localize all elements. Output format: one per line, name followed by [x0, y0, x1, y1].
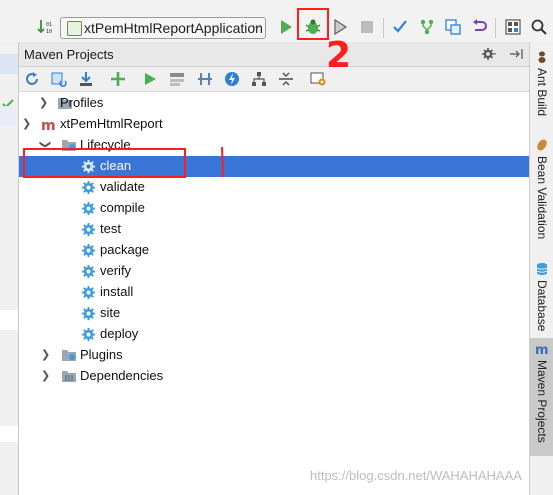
- database-icon: [535, 262, 549, 279]
- editor-tab-fragment: [0, 54, 18, 74]
- goal-label: compile: [100, 200, 145, 215]
- gear-icon: [81, 180, 96, 198]
- annotation-box-debug: [297, 8, 329, 40]
- chevron-down-icon[interactable]: ❯: [22, 117, 31, 130]
- search-icon[interactable]: [528, 16, 550, 38]
- stop-icon[interactable]: [356, 16, 378, 38]
- maven-toolbar: [19, 67, 529, 92]
- annotation-mark: [221, 146, 224, 178]
- right-tool-strip: Ant Build Bean Validation Database m Mav…: [529, 42, 553, 495]
- add-icon[interactable]: [108, 69, 128, 89]
- goal-compile[interactable]: compile: [19, 198, 529, 219]
- tab-label: Bean Validation: [535, 156, 549, 240]
- run-icon[interactable]: [275, 16, 297, 38]
- svg-text:01: 01: [46, 22, 52, 28]
- download-icon[interactable]: [76, 69, 96, 89]
- run-configuration-label: xtPemHtmlReportApplication: [84, 20, 263, 36]
- goal-verify[interactable]: verify: [19, 261, 529, 282]
- chevron-right-icon[interactable]: ❯: [41, 369, 50, 382]
- annotation-number: 2: [326, 35, 352, 76]
- gear-icon: [81, 285, 96, 303]
- skip-tests-icon[interactable]: [195, 69, 215, 89]
- goal-package[interactable]: package: [19, 240, 529, 261]
- tree-item-plugins[interactable]: ❯ Plugins: [19, 345, 529, 366]
- lightning-icon[interactable]: [222, 69, 242, 89]
- tree-item-project[interactable]: ❯ m xtPemHtmlReport: [19, 114, 529, 135]
- goal-label: package: [100, 242, 150, 257]
- goal-label: verify: [100, 263, 132, 278]
- tree-item-label: Dependencies: [80, 368, 164, 383]
- settings-gear-icon[interactable]: [481, 46, 497, 62]
- svg-text:m: m: [41, 118, 56, 133]
- run-configuration-select[interactable]: xtPemHtmlReportApplication ⌵: [60, 17, 266, 39]
- gear-icon: [81, 201, 96, 219]
- goal-label: install: [100, 284, 134, 299]
- svg-text:m: m: [535, 343, 549, 356]
- editor-line-fragment: [0, 310, 18, 330]
- goal-test[interactable]: test: [19, 219, 529, 240]
- tree-item-label: Profiles: [60, 95, 104, 110]
- tab-bean-validation[interactable]: Bean Validation: [530, 136, 553, 256]
- goal-label: site: [100, 305, 121, 320]
- editor-line-fragment: [0, 106, 18, 126]
- chevron-right-icon[interactable]: ❯: [39, 96, 48, 109]
- gear-icon: [81, 243, 96, 261]
- spring-boot-icon: [67, 21, 82, 36]
- tab-label: Database: [535, 280, 549, 332]
- main-toolbar: 01 10 xtPemHtmlReportApplication ⌵: [0, 0, 553, 43]
- gear-icon: [81, 327, 96, 345]
- vcs-update-icon[interactable]: [389, 16, 411, 38]
- gear-icon: [81, 306, 96, 324]
- toolbar-separator: [495, 18, 496, 38]
- editor-edge: [0, 42, 19, 495]
- tree-item-profiles[interactable]: ❯ Profiles: [19, 93, 529, 114]
- annotation-box-clean: [23, 148, 186, 178]
- ant-icon: [535, 50, 549, 67]
- project-structure-icon[interactable]: [502, 16, 524, 38]
- vcs-commit-icon[interactable]: [416, 16, 438, 38]
- collapse-all-icon[interactable]: [276, 69, 296, 89]
- sort-icon[interactable]: 01 10: [34, 16, 56, 38]
- panel-title: Maven Projects: [24, 47, 114, 62]
- run-maven-icon[interactable]: [140, 69, 160, 89]
- tab-ant-build[interactable]: Ant Build: [530, 48, 553, 128]
- tree-item-label: Plugins: [80, 347, 123, 362]
- tree-item-label: xtPemHtmlReport: [60, 116, 163, 131]
- tab-label: Maven Projects: [535, 360, 549, 443]
- goal-deploy[interactable]: deploy: [19, 324, 529, 345]
- bean-icon: [535, 138, 549, 155]
- watermark: https://blog.csdn.net/WAHAHAHAAA: [310, 468, 522, 483]
- dependencies-folder-icon: [61, 369, 77, 386]
- goal-label: deploy: [100, 326, 139, 341]
- svg-text:10: 10: [46, 29, 52, 35]
- goal-site[interactable]: site: [19, 303, 529, 324]
- maven-project-icon: m: [41, 117, 57, 136]
- maven-icon: m: [535, 342, 549, 359]
- pin-hide-icon[interactable]: [508, 46, 524, 62]
- maven-panel-header: Maven Projects: [19, 42, 529, 67]
- tab-database[interactable]: Database: [530, 260, 553, 340]
- tab-label: Ant Build: [535, 68, 549, 117]
- generate-sources-icon[interactable]: [49, 69, 69, 89]
- goal-label: test: [100, 221, 121, 236]
- goal-validate[interactable]: validate: [19, 177, 529, 198]
- gear-icon: [81, 264, 96, 282]
- goal-label: validate: [100, 179, 145, 194]
- dependency-diagram-icon[interactable]: [249, 69, 269, 89]
- chevron-down-icon: ⌵: [252, 20, 261, 32]
- vcs-compare-icon[interactable]: [442, 16, 464, 38]
- gear-icon: [81, 222, 96, 240]
- editor-line-fragment: [0, 426, 18, 442]
- goal-install[interactable]: install: [19, 282, 529, 303]
- toggle-offline-icon[interactable]: [168, 69, 188, 89]
- tree-item-dependencies[interactable]: ❯ Dependencies: [19, 366, 529, 387]
- tab-maven-projects[interactable]: m Maven Projects: [530, 338, 553, 456]
- reimport-icon[interactable]: [22, 69, 42, 89]
- chevron-right-icon[interactable]: ❯: [41, 348, 50, 361]
- toolbar-separator: [383, 18, 384, 38]
- vcs-revert-icon[interactable]: [468, 16, 490, 38]
- plugins-folder-icon: [61, 348, 77, 365]
